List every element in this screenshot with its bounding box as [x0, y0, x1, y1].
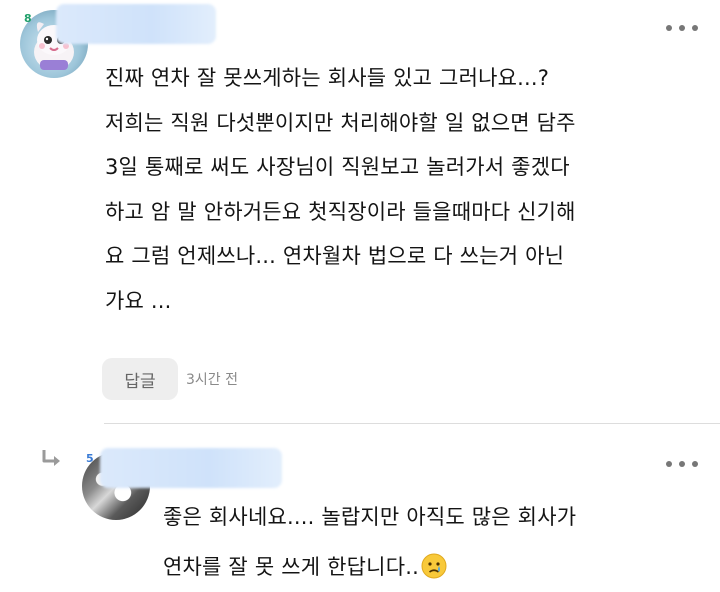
more-dot-icon: [666, 25, 672, 31]
comment-line-with-emoji: 연차를 잘 못 쓰게 한답니다..: [163, 542, 703, 592]
timestamp: 3시간 전: [186, 372, 238, 388]
more-dot-icon: [679, 25, 685, 31]
reply-arrow-icon: [42, 450, 60, 466]
comment-line: 가요 ...: [105, 288, 172, 313]
comment-line: 연차를 잘 못 쓰게 한답니다..: [163, 555, 419, 579]
more-dot-icon: [666, 461, 672, 467]
more-options-button[interactable]: [666, 456, 698, 472]
comment-line: 진짜 연차 잘 못쓰게하는 회사들 있고 그러나요...?: [105, 66, 550, 90]
username-blurred[interactable]: [100, 448, 282, 488]
comment-text: 진짜 연차 잘 못쓰게하는 회사들 있고 그러나요...? 저희는 직원 다섯뿐…: [105, 56, 695, 323]
reply-button[interactable]: 답글: [102, 358, 178, 400]
more-options-button[interactable]: [666, 20, 698, 36]
level-badge: 5: [86, 452, 94, 465]
username-blurred[interactable]: [56, 4, 216, 44]
level-badge: 8: [24, 12, 32, 25]
comment-line: 좋은 회사네요.... 놀랍지만 아직도 많은 회사가: [163, 505, 577, 529]
more-dot-icon: [679, 461, 685, 467]
comment-line: 하고 암 말 안하거든요 첫직장이라 들을때마다 신기해: [105, 199, 576, 224]
more-dot-icon: [692, 25, 698, 31]
comment-line: 요 그럼 언제쓰나... 연차월차 법으로 다 쓰는거 아닌: [105, 244, 565, 268]
crying-face-emoji-icon: [421, 553, 447, 579]
divider: [104, 423, 720, 424]
comment-thread: 8 진짜 연차 잘 못쓰게하는 회사들 있고 그러나요...? 저희는 직원 다…: [0, 0, 720, 592]
comment-text: 좋은 회사네요.... 놀랍지만 아직도 많은 회사가 연차를 잘 못 쓰게 한…: [163, 492, 703, 592]
more-dot-icon: [692, 461, 698, 467]
comment-line: 저희는 직원 다섯뿐이지만 처리해야할 일 없으면 담주: [105, 110, 576, 135]
comment-line: 3일 통째로 써도 사장님이 직원보고 놀러가서 좋겠다: [105, 155, 570, 179]
